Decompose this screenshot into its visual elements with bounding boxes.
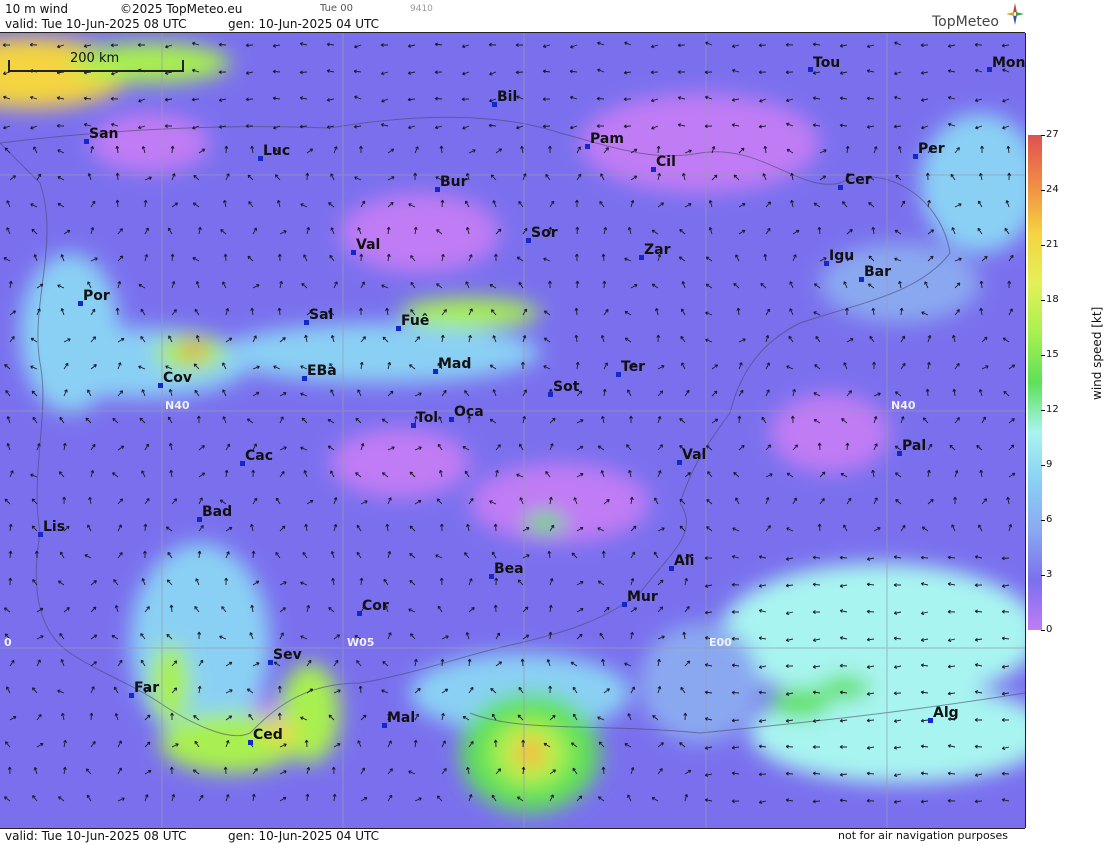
legend-tick-mark: [1041, 410, 1045, 411]
footer-generated-label: gen: 10-Jun-2025 04 UTC: [228, 829, 380, 843]
city-label: Mur: [627, 589, 658, 605]
city-label: Cer: [845, 172, 872, 188]
legend-tick-label: 15: [1046, 349, 1059, 360]
city-label: Sal: [309, 307, 334, 323]
city-label: Ali: [674, 553, 695, 569]
legend-tick-mark: [1041, 190, 1045, 191]
city-label: Zar: [644, 242, 671, 258]
legend-tick-mark: [1041, 465, 1045, 466]
city-label: Sot: [553, 379, 580, 395]
disclaimer-label: not for air navigation purposes: [838, 829, 1008, 842]
city-label: Far: [134, 680, 160, 696]
wind-map[interactable]: 200 km N40 N40 W05 E00 0 Tou Mon Bil San…: [0, 33, 1026, 828]
wind-speed-colorbar: [1028, 135, 1042, 630]
city-label: Sev: [273, 647, 302, 663]
city-label: Alg: [933, 705, 959, 721]
step-label: Tue 00: [320, 3, 353, 14]
city-label: Cor: [362, 598, 389, 614]
scale-label: 200 km: [70, 51, 120, 66]
city-label: EBa: [307, 363, 337, 379]
legend-tick-mark: [1041, 135, 1045, 136]
city-label: Fuê: [401, 313, 430, 329]
legend-tick-mark: [1041, 630, 1045, 631]
legend-tick-mark: [1041, 355, 1045, 356]
generated-label: gen: 10-Jun-2025 04 UTC: [228, 17, 380, 31]
city-label: Sor: [531, 225, 558, 241]
code-label: 9410: [410, 4, 433, 14]
city-label: Luc: [263, 143, 291, 159]
parameter-label: 10 m wind: [5, 2, 68, 16]
grid-label-e00: E00: [709, 636, 732, 649]
city-label: Per: [918, 141, 945, 157]
legend-tick-label: 9: [1046, 459, 1053, 470]
city-label: Bur: [440, 174, 468, 190]
copyright-label: ©2025 TopMeteo.eu: [120, 2, 243, 16]
city-label: Bea: [494, 561, 524, 577]
city-label: Ced: [253, 727, 283, 743]
city-label: Bad: [202, 504, 233, 520]
grid-label-n40-east: N40: [891, 399, 916, 412]
legend-title: wind speed [kt]: [1090, 306, 1104, 400]
city-label: Pal: [902, 438, 927, 454]
city-label: Val: [356, 237, 381, 253]
legend-tick-mark: [1041, 520, 1045, 521]
city-label: Mon: [992, 55, 1026, 71]
compass-icon: [1006, 3, 1024, 25]
city-label: Cil: [656, 154, 676, 170]
legend-tick-mark: [1041, 300, 1045, 301]
city-label: Tol: [416, 410, 439, 426]
city-label: Cac: [245, 448, 274, 464]
city-label: Oca: [454, 404, 484, 420]
city-label: Por: [83, 288, 110, 304]
city-label: Igu: [829, 248, 855, 264]
city-label: Val: [682, 447, 707, 463]
legend-tick-label: 21: [1046, 239, 1059, 250]
topmeteo-logo[interactable]: TopMeteo: [932, 14, 999, 30]
city-label: Tou: [813, 55, 841, 71]
city-label: Bil: [497, 89, 518, 105]
footer-bar: valid: Tue 10-Jun-2025 08 UTC gen: 10-Ju…: [0, 828, 1025, 844]
footer-valid-label: valid: Tue 10-Jun-2025 08 UTC: [5, 829, 187, 843]
legend-tick-label: 27: [1046, 129, 1059, 140]
city-label: Mal: [387, 710, 416, 726]
city-marker: [838, 185, 843, 190]
legend-tick-label: 12: [1046, 404, 1059, 415]
wind-field: [0, 33, 1025, 828]
legend-tick-label: 6: [1046, 514, 1053, 525]
city-label: Bar: [864, 264, 892, 280]
legend-tick-label: 18: [1046, 294, 1059, 305]
city-label: Cov: [163, 370, 193, 386]
city-label: San: [89, 126, 119, 142]
grid-label-w05: W05: [347, 636, 375, 649]
city-label: Lis: [43, 519, 66, 535]
legend-tick-mark: [1041, 245, 1045, 246]
legend-tick-label: 0: [1046, 624, 1053, 635]
city-label: Mad: [438, 356, 472, 372]
city-label: Pam: [590, 131, 624, 147]
grid-label-w10: 0: [4, 636, 12, 649]
legend-tick-label: 3: [1046, 569, 1053, 580]
valid-label: valid: Tue 10-Jun-2025 08 UTC: [5, 17, 187, 31]
city-label: Ter: [621, 359, 646, 375]
legend-tick-label: 24: [1046, 184, 1059, 195]
grid-label-n40-west: N40: [165, 399, 190, 412]
header-bar: 10 m wind ©2025 TopMeteo.eu Tue 00 9410 …: [0, 0, 1025, 33]
legend-tick-mark: [1041, 575, 1045, 576]
